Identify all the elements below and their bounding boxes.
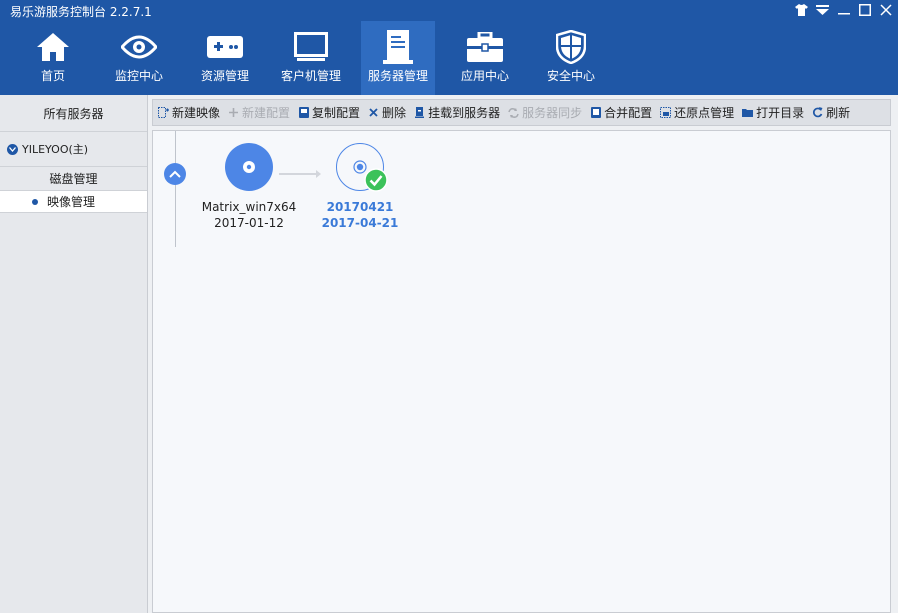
sidebar-item-label: 映像管理: [47, 195, 96, 209]
nav-apps[interactable]: 应用中心: [449, 21, 521, 95]
menu-icon[interactable]: [814, 1, 831, 18]
nav-label: 监控中心: [114, 69, 163, 83]
delete-button[interactable]: 删除: [368, 104, 406, 121]
image-name: 20170421: [326, 200, 394, 214]
nav-clients[interactable]: 客户机管理: [275, 21, 347, 95]
mount-icon: [414, 107, 425, 118]
top-bar: 易乐游服务控制台 2.2.7.1 首页 监控中心 资源管理 客户机管理 服务器管…: [0, 0, 898, 95]
merge-icon: [590, 107, 601, 118]
minimize-icon[interactable]: [835, 1, 852, 18]
chevron-down-icon[interactable]: [7, 143, 18, 155]
copy-icon: [298, 107, 309, 118]
window-controls: [793, 1, 894, 18]
server-sidebar: 所有服务器 YILEYOO(主) 磁盘管理 映像管理: [0, 95, 148, 613]
main-nav: 首页 监控中心 资源管理 客户机管理 服务器管理 应用中心 安全中心: [17, 21, 621, 95]
new-image-button[interactable]: 新建映像: [158, 104, 220, 121]
eye-icon: [119, 29, 159, 65]
mount-to-server-button[interactable]: 挂载到服务器: [414, 104, 500, 121]
server-sync-label: 服务器同步: [522, 106, 583, 120]
nav-home[interactable]: 首页: [17, 21, 89, 95]
nav-label: 服务器管理: [367, 69, 428, 83]
restore-point-label: 还原点管理: [674, 106, 735, 120]
collapse-button[interactable]: [164, 163, 186, 185]
plus-icon: [228, 107, 239, 118]
nav-label: 安全中心: [546, 69, 595, 83]
open-directory-label: 打开目录: [756, 106, 805, 120]
server-tree-node[interactable]: YILEYOO(主): [0, 132, 147, 167]
restore-point-button[interactable]: 还原点管理: [660, 104, 734, 121]
shirt-icon[interactable]: [793, 1, 810, 18]
nav-monitor[interactable]: 监控中心: [103, 21, 175, 95]
copy-config-button[interactable]: 复制配置: [298, 104, 360, 121]
sync-icon: [508, 107, 519, 118]
image-toolbar: 新建映像 新建配置 复制配置 删除 挂载到服务器 服务器同步 合并配置 还原点管…: [152, 99, 891, 126]
open-directory-button[interactable]: 打开目录: [742, 104, 804, 121]
sidebar-item-label: 磁盘管理: [49, 172, 98, 186]
server-sync-button[interactable]: 服务器同步: [508, 104, 582, 121]
image-date: 2017-04-21: [321, 216, 399, 230]
check-badge-icon: [364, 168, 388, 195]
gamepad-icon: [205, 29, 245, 65]
image-name: Matrix_win7x64: [201, 200, 297, 214]
image-node[interactable]: Matrix_win7x64 2017-01-12: [199, 143, 299, 231]
server-icon: [378, 29, 418, 65]
refresh-button[interactable]: 刷新: [812, 104, 850, 121]
refresh-icon: [812, 107, 823, 118]
shield-icon: [551, 29, 591, 65]
image-node-selected[interactable]: 20170421 2017-04-21: [310, 143, 410, 231]
sidebar-item-images[interactable]: 映像管理: [0, 190, 147, 213]
nav-label: 首页: [40, 69, 65, 83]
toolbox-icon: [465, 29, 505, 65]
chevron-up-icon: [169, 170, 181, 178]
image-date: 2017-01-12: [214, 216, 284, 230]
nav-servers[interactable]: 服务器管理: [361, 21, 435, 95]
folder-icon: [742, 107, 754, 118]
title-bar: 易乐游服务控制台 2.2.7.1: [0, 0, 898, 20]
active-dot-icon: [32, 198, 38, 205]
new-config-button[interactable]: 新建配置: [228, 104, 290, 121]
mount-label: 挂载到服务器: [428, 106, 501, 120]
merge-config-label: 合并配置: [604, 106, 653, 120]
image-node-label: 20170421 2017-04-21: [310, 199, 410, 231]
delete-label: 删除: [382, 106, 407, 120]
new-config-label: 新建配置: [242, 106, 291, 120]
app-title: 易乐游服务控制台 2.2.7.1: [10, 5, 152, 19]
sidebar-item-disk[interactable]: 磁盘管理: [0, 167, 147, 190]
disc-icon[interactable]: [225, 143, 273, 191]
nav-resources[interactable]: 资源管理: [189, 21, 261, 95]
monitor-icon: [291, 29, 331, 65]
disc-icon[interactable]: [336, 143, 388, 192]
merge-config-button[interactable]: 合并配置: [590, 104, 652, 121]
new-image-label: 新建映像: [172, 106, 221, 120]
nav-label: 应用中心: [460, 69, 509, 83]
copy-config-label: 复制配置: [312, 106, 361, 120]
new-image-icon: [158, 107, 169, 118]
restore-icon: [660, 107, 672, 118]
close-icon[interactable]: [877, 1, 894, 18]
x-icon: [368, 107, 379, 118]
all-servers-header[interactable]: 所有服务器: [0, 95, 147, 132]
home-icon: [33, 29, 73, 65]
refresh-label: 刷新: [826, 106, 851, 120]
nav-label: 客户机管理: [280, 69, 341, 83]
nav-label: 资源管理: [200, 69, 249, 83]
image-node-label: Matrix_win7x64 2017-01-12: [199, 199, 299, 231]
maximize-icon[interactable]: [856, 1, 873, 18]
image-tree-canvas: Matrix_win7x64 2017-01-12 20170421 2017-…: [152, 130, 891, 613]
server-name: YILEYOO(主): [22, 143, 89, 156]
timeline-line: [175, 131, 176, 247]
nav-security[interactable]: 安全中心: [535, 21, 607, 95]
